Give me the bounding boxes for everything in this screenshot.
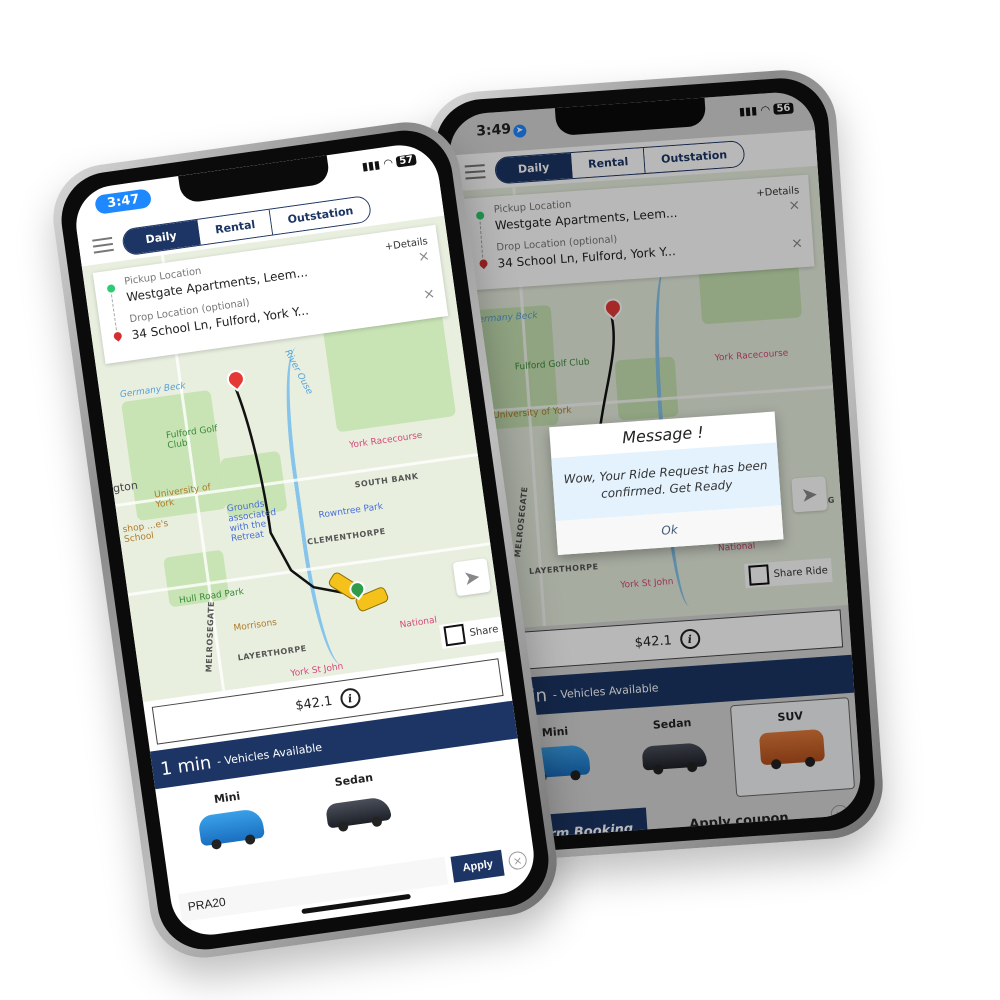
close-icon[interactable]: ×	[507, 850, 528, 871]
recenter-icon[interactable]: ➤	[452, 557, 491, 597]
message-dialog: Message ! Wow, Your Ride Request has bee…	[549, 411, 784, 555]
vehicle-name: Sedan	[333, 770, 374, 790]
clear-drop-icon[interactable]: ×	[422, 286, 436, 303]
tab-daily[interactable]: Daily	[122, 219, 202, 255]
eta-text: - Vehicles Available	[216, 740, 323, 768]
drop-pin-icon	[112, 330, 124, 342]
status-time: 3:47	[94, 188, 153, 215]
vehicle-name: Mini	[213, 789, 242, 807]
map[interactable]: Germany Beck River Ouse Fulford Golf Clu…	[81, 215, 506, 703]
apply-coupon-button[interactable]: Apply	[450, 849, 505, 883]
fare-amount: $42.1	[294, 693, 334, 714]
vehicle-option-mini[interactable]: Mini	[162, 775, 302, 884]
share-ride-label: Share	[468, 623, 500, 639]
hamburger-menu-icon[interactable]	[92, 236, 114, 254]
route-connector	[110, 294, 117, 331]
clear-pickup-icon[interactable]: ×	[417, 248, 431, 265]
car-image	[325, 795, 392, 829]
battery-icon: 57	[395, 153, 417, 168]
eta-time: 1 min	[159, 751, 213, 780]
share-ride-checkbox[interactable]	[443, 623, 467, 647]
wifi-icon: ◠	[383, 156, 394, 171]
tab-rental[interactable]: Rental	[197, 209, 274, 245]
info-icon[interactable]: i	[338, 686, 362, 710]
signal-icon: ▮▮▮	[361, 157, 381, 174]
car-image	[197, 807, 266, 847]
vehicle-option-sedan[interactable]: Sedan	[288, 757, 428, 866]
pickup-dot-icon	[106, 284, 116, 294]
system-icons: ▮▮▮ ◠ 57	[361, 153, 417, 173]
phone-left-screen: 3:47 ▮▮▮ ◠ 57 Daily Rental Outstation Ge…	[71, 140, 539, 940]
